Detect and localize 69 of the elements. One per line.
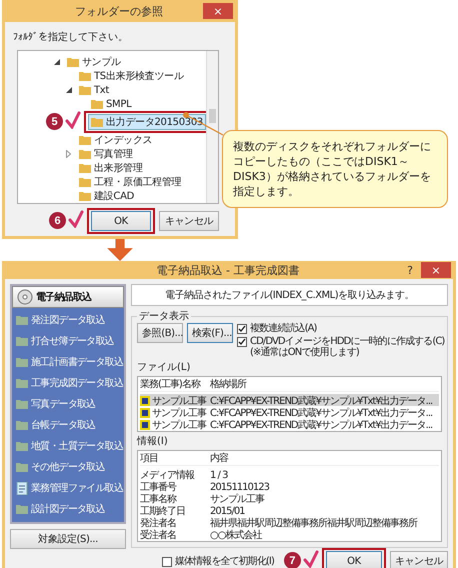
file-list-label: ファイル(L)	[137, 361, 192, 374]
table-cell-text: 工期終了日	[140, 504, 186, 518]
column-header: 項目	[140, 452, 159, 465]
table-cell-text: C:¥FCAPP¥EX-TREND武蔵¥サンプル¥Txt¥出力データ...	[210, 406, 434, 420]
sidebar-item[interactable]: 電子納品取込	[12, 286, 124, 308]
dialog-button[interactable]: 検索(F)...	[187, 323, 233, 343]
step-number-badge: 6	[49, 212, 66, 229]
sidebar-item[interactable]: 打合せ簿データ取込	[12, 332, 124, 350]
step-number-badge: 5	[46, 113, 63, 130]
note-text: (※通常はONで使用します)	[250, 347, 360, 358]
dialog-title: 電子納品取込 - 工事完成図書	[156, 262, 300, 278]
ok-button[interactable]: OK	[326, 551, 382, 568]
folder-item[interactable]: TS出来形検査ツール	[76, 68, 186, 84]
sidebar-item[interactable]: 発注図データ取込	[12, 311, 124, 329]
folder-item[interactable]: 出来形管理	[76, 160, 146, 176]
table-cell-text: ○○株式会社	[210, 528, 263, 542]
target-settings-button[interactable]: 対象設定(S)...	[10, 529, 126, 549]
table-cell-text: 工事名称	[140, 492, 178, 506]
folder-item[interactable]: 建設CAD	[76, 188, 138, 203]
folder-item[interactable]: インデックス	[76, 132, 156, 148]
ok-button[interactable]: OK	[91, 211, 151, 231]
checkbox-label: 媒体情報を全て初期化(I)	[174, 556, 274, 566]
folder-item[interactable]: 工程・原価工程管理	[76, 174, 184, 190]
help-button[interactable]: ?	[399, 262, 421, 278]
table-cell-text: 1 / 3	[210, 470, 229, 480]
sidebar-item[interactable]: その他データ取込	[12, 458, 124, 476]
column-header: 内容	[210, 452, 230, 465]
step-number-badge: 7	[284, 552, 301, 568]
sidebar-item[interactable]: 施工計画書データ取込	[12, 353, 124, 371]
folder-item[interactable]: 写真管理	[76, 146, 136, 162]
table-cell-text: サンプル工事	[210, 492, 266, 506]
table-cell-text: 2015/01	[210, 506, 246, 516]
column-header: 業務(工事)名称	[140, 378, 202, 391]
prompt-text: ﾌｫﾙﾀﾞを指定して下さい。	[13, 30, 128, 44]
sidebar-item[interactable]: 工事完成図データ取込	[12, 374, 124, 392]
table-cell-text: 福井県福井駅周辺整備事務所福井駅周辺整備事務所	[210, 516, 418, 530]
sidebar-item[interactable]: 設計図データ取込	[12, 500, 124, 518]
info-list-label: 情報(I)	[137, 434, 169, 448]
group-title: データ表示	[138, 310, 190, 323]
folder-item[interactable]: 出力データ20150303	[88, 114, 206, 130]
folder-item[interactable]: SMPL	[88, 98, 134, 110]
sidebar-item[interactable]: 地質・土質データ取込	[12, 437, 124, 455]
table-cell-text: C:¥FCAPP¥EX-TREND武蔵¥サンプル¥Txt¥出力データ...	[210, 394, 434, 408]
column-header: 格納場所	[210, 378, 248, 391]
folder-item[interactable]: サンプル	[64, 54, 124, 70]
checkbox-label: 複数連続読込(A)	[250, 323, 317, 334]
folder-item[interactable]: Txt	[76, 84, 112, 96]
cancel-button[interactable]: キャンセル	[390, 551, 448, 568]
dialog-title: フォルダーの参照	[74, 4, 164, 18]
close-button[interactable]: ×	[421, 262, 451, 278]
table-cell-text: 工事番号	[140, 480, 178, 494]
sidebar-item[interactable]: 台帳データ取込	[12, 416, 124, 434]
table-cell-text: 発注者名	[140, 516, 177, 530]
close-button[interactable]: ×	[203, 3, 233, 19]
dialog-button[interactable]: 参照(B)...	[137, 323, 183, 343]
callout-note: 複数のディスクをそれぞれフォルダーにコピーしたもの（ここではDISK1～DISK3）が格納されているフォルダーを指定します。	[222, 130, 448, 208]
cancel-button[interactable]: キャンセル	[159, 211, 219, 231]
sidebar-item[interactable]: 写真データ取込	[12, 395, 124, 413]
table-cell-text: 20151110123	[210, 482, 270, 492]
table-cell-text: C:¥FCAPP¥EX-TREND武蔵¥サンプル¥Txt¥出力データ...	[210, 418, 434, 432]
table-cell-text: サンプル工事	[152, 394, 206, 408]
info-message: 電子納品されたファイル(INDEX_C.XML)を取り込みます。	[131, 284, 448, 306]
table-cell-text: 受注者名	[140, 528, 177, 542]
table-cell-text: サンプル工事	[152, 418, 206, 432]
table-cell-text: メディア情報	[140, 468, 196, 482]
table-cell-text: サンプル工事	[152, 406, 206, 420]
file-row[interactable]: サンプル工事 C:¥FCAPP¥EX-TREND武蔵¥サンプル¥Txt¥出力データ...	[140, 394, 439, 406]
sidebar-item[interactable]: 業務管理ファイル取込	[12, 479, 124, 497]
checkbox-label: CD/DVDイメージをHDDに一時的に作成する(C)	[250, 336, 444, 347]
